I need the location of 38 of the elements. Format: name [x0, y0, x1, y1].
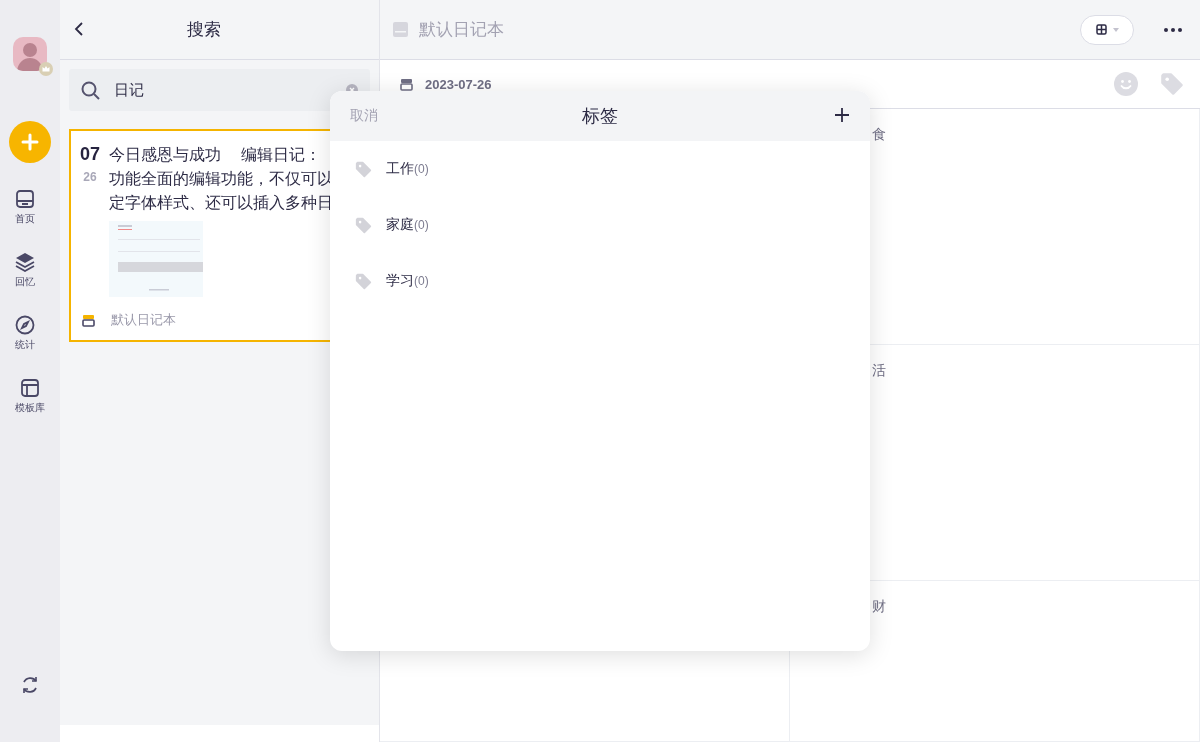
- plus-icon: [21, 133, 39, 151]
- plus-icon: [834, 106, 850, 123]
- search-input[interactable]: 日记: [114, 81, 332, 99]
- notebook-name: 默认日记本: [111, 311, 176, 329]
- section-label: 活: [872, 362, 886, 378]
- home-icon: [15, 189, 35, 209]
- date-day: 26: [83, 170, 97, 184]
- avatar[interactable]: [13, 37, 47, 71]
- nav-item[interactable]: 模板库: [15, 378, 45, 415]
- view-toggle-button[interactable]: [1080, 14, 1134, 45]
- date-month: 07: [80, 144, 100, 165]
- more-button[interactable]: [1164, 27, 1182, 32]
- notebook-icon: [400, 77, 413, 91]
- tag-icon: [355, 160, 372, 178]
- tag-icon: [355, 272, 372, 290]
- search-icon: [81, 80, 100, 100]
- nav-item[interactable]: 首页: [15, 189, 35, 226]
- panel-title: 搜索: [187, 19, 221, 41]
- caret-icon: [1112, 27, 1119, 32]
- entry-date: 2023-07-26: [425, 76, 492, 92]
- template-icon: [20, 378, 40, 398]
- nav-item[interactable]: 统计: [15, 315, 35, 352]
- crown-icon: [39, 62, 53, 76]
- section-label: 食: [872, 126, 886, 142]
- notebook-icon: [82, 313, 95, 327]
- sync-icon[interactable]: [20, 675, 40, 695]
- layers-icon: [15, 252, 35, 272]
- grid-icon: [1095, 24, 1107, 35]
- tag-icon: [1160, 72, 1184, 96]
- tag-icon: [355, 216, 372, 234]
- dialog-title: 标签: [582, 106, 618, 126]
- notebook-title: 默认日记本: [419, 19, 504, 41]
- nav-item[interactable]: 回忆: [15, 252, 35, 289]
- notebook-icon: [393, 22, 408, 37]
- section-label: 财: [872, 598, 886, 614]
- compass-icon: [15, 315, 35, 335]
- chevron-left-icon: [74, 21, 84, 37]
- more-icon: [1164, 27, 1182, 32]
